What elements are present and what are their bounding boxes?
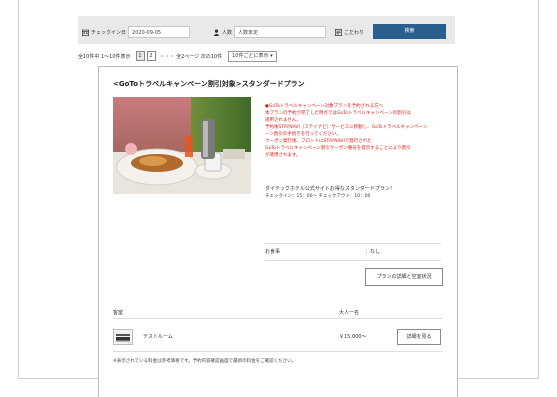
- search-bar: チェックイン日 2020-09-05 人数 人数未定 こだわり 検索: [78, 16, 455, 44]
- notice-line: ●GoToトラベルキャンペーン対象プランを予約される方へ: [265, 104, 384, 109]
- room-table-header: 客室 大人一名: [113, 308, 443, 319]
- pagination-bar: 全10件中 1〜10件表示 1 2 ・・・ 全2ページ 次の10件 10件ごとに…: [78, 50, 277, 62]
- plan-title[interactable]: <GoToトラベルキャンペーン割引対象>スタンダードプラン: [113, 79, 305, 89]
- notice-line: 適用されません。: [265, 118, 301, 123]
- notice-line: クーポン発行後、フロントにSTAYNAVIで発行された: [265, 139, 372, 144]
- notice-line: ーン割引の手続きを行ってください。: [265, 132, 341, 137]
- notice-line: 本プランの予約が完了した時点ではGoToトラベルキャンペーンの割引は: [265, 111, 411, 116]
- person-icon: [213, 28, 220, 36]
- guests-label: 人数: [222, 29, 233, 36]
- checkin-label: チェックイン日: [91, 29, 127, 36]
- notice-line: GoToトラベルキャンペーン割引クーポン番号を提示することにより割引: [265, 146, 411, 151]
- calendar-icon: [82, 29, 89, 36]
- meal-label: お食事: [265, 249, 281, 255]
- guests-input[interactable]: 人数未定: [234, 26, 327, 38]
- plan-photo: [113, 97, 251, 194]
- checkin-input[interactable]: 2020-09-05: [128, 26, 191, 38]
- preferences-label: こだわり: [344, 29, 365, 36]
- result-summary: 全10件中 1〜10件表示: [78, 53, 131, 60]
- checkin-field[interactable]: チェックイン日 2020-09-05: [82, 25, 191, 39]
- bed-icon: [113, 329, 133, 345]
- notice-line: 予約後STAYNAVI（ステイナビ）サービスに移動し、GoToトラベルキャンペー…: [265, 125, 428, 130]
- page-2-button[interactable]: 2: [146, 51, 156, 61]
- per-page-value: 10件ごとに表示: [232, 52, 269, 59]
- goto-notice: ●GoToトラベルキャンペーン対象プランを予約される方へ 本プランの予約が完了し…: [265, 103, 445, 159]
- page-1-button[interactable]: 1: [135, 51, 145, 61]
- price-footnote: ※表示されている料金は参考価格です。予約内容確認画面で最新の料金をご確認ください…: [113, 359, 297, 364]
- room-detail-button[interactable]: 詳細を見る: [397, 329, 441, 345]
- plan-description: ダイテックホテル公式サイトお得なスタンダードプラン！ チェックイン：15：00〜…: [265, 185, 395, 201]
- divider: [113, 351, 443, 352]
- room-price: ￥15,000〜: [339, 334, 367, 340]
- meal-value: ：なし: [365, 249, 381, 255]
- preferences-field[interactable]: こだわり: [335, 25, 366, 39]
- search-button[interactable]: 検索: [373, 24, 446, 39]
- checkin-times: チェックイン：15：00〜 チェックアウト：10：00: [265, 194, 371, 199]
- filter-icon: [335, 28, 342, 36]
- notice-line: が適用されます。: [265, 153, 301, 158]
- room-header-label: 客室: [113, 310, 124, 316]
- plan-detail-button[interactable]: プランの詳細と空室状況: [365, 268, 443, 286]
- guests-field[interactable]: 人数 人数未定: [213, 25, 327, 39]
- per-page-select[interactable]: 10件ごとに表示 ▾: [228, 50, 277, 62]
- meal-row: お食事 ：なし: [265, 243, 441, 261]
- price-header-label: 大人一名: [339, 310, 360, 316]
- pager-rest[interactable]: ・・・ 全2ページ 次の10件: [160, 53, 223, 60]
- description-text: ダイテックホテル公式サイトお得なスタンダードプラン！: [265, 186, 395, 192]
- room-name[interactable]: テストルーム: [143, 333, 173, 340]
- plan-card: <GoToトラベルキャンペーン割引対象>スタンダードプラン ●GoToトラベルキ…: [98, 66, 458, 397]
